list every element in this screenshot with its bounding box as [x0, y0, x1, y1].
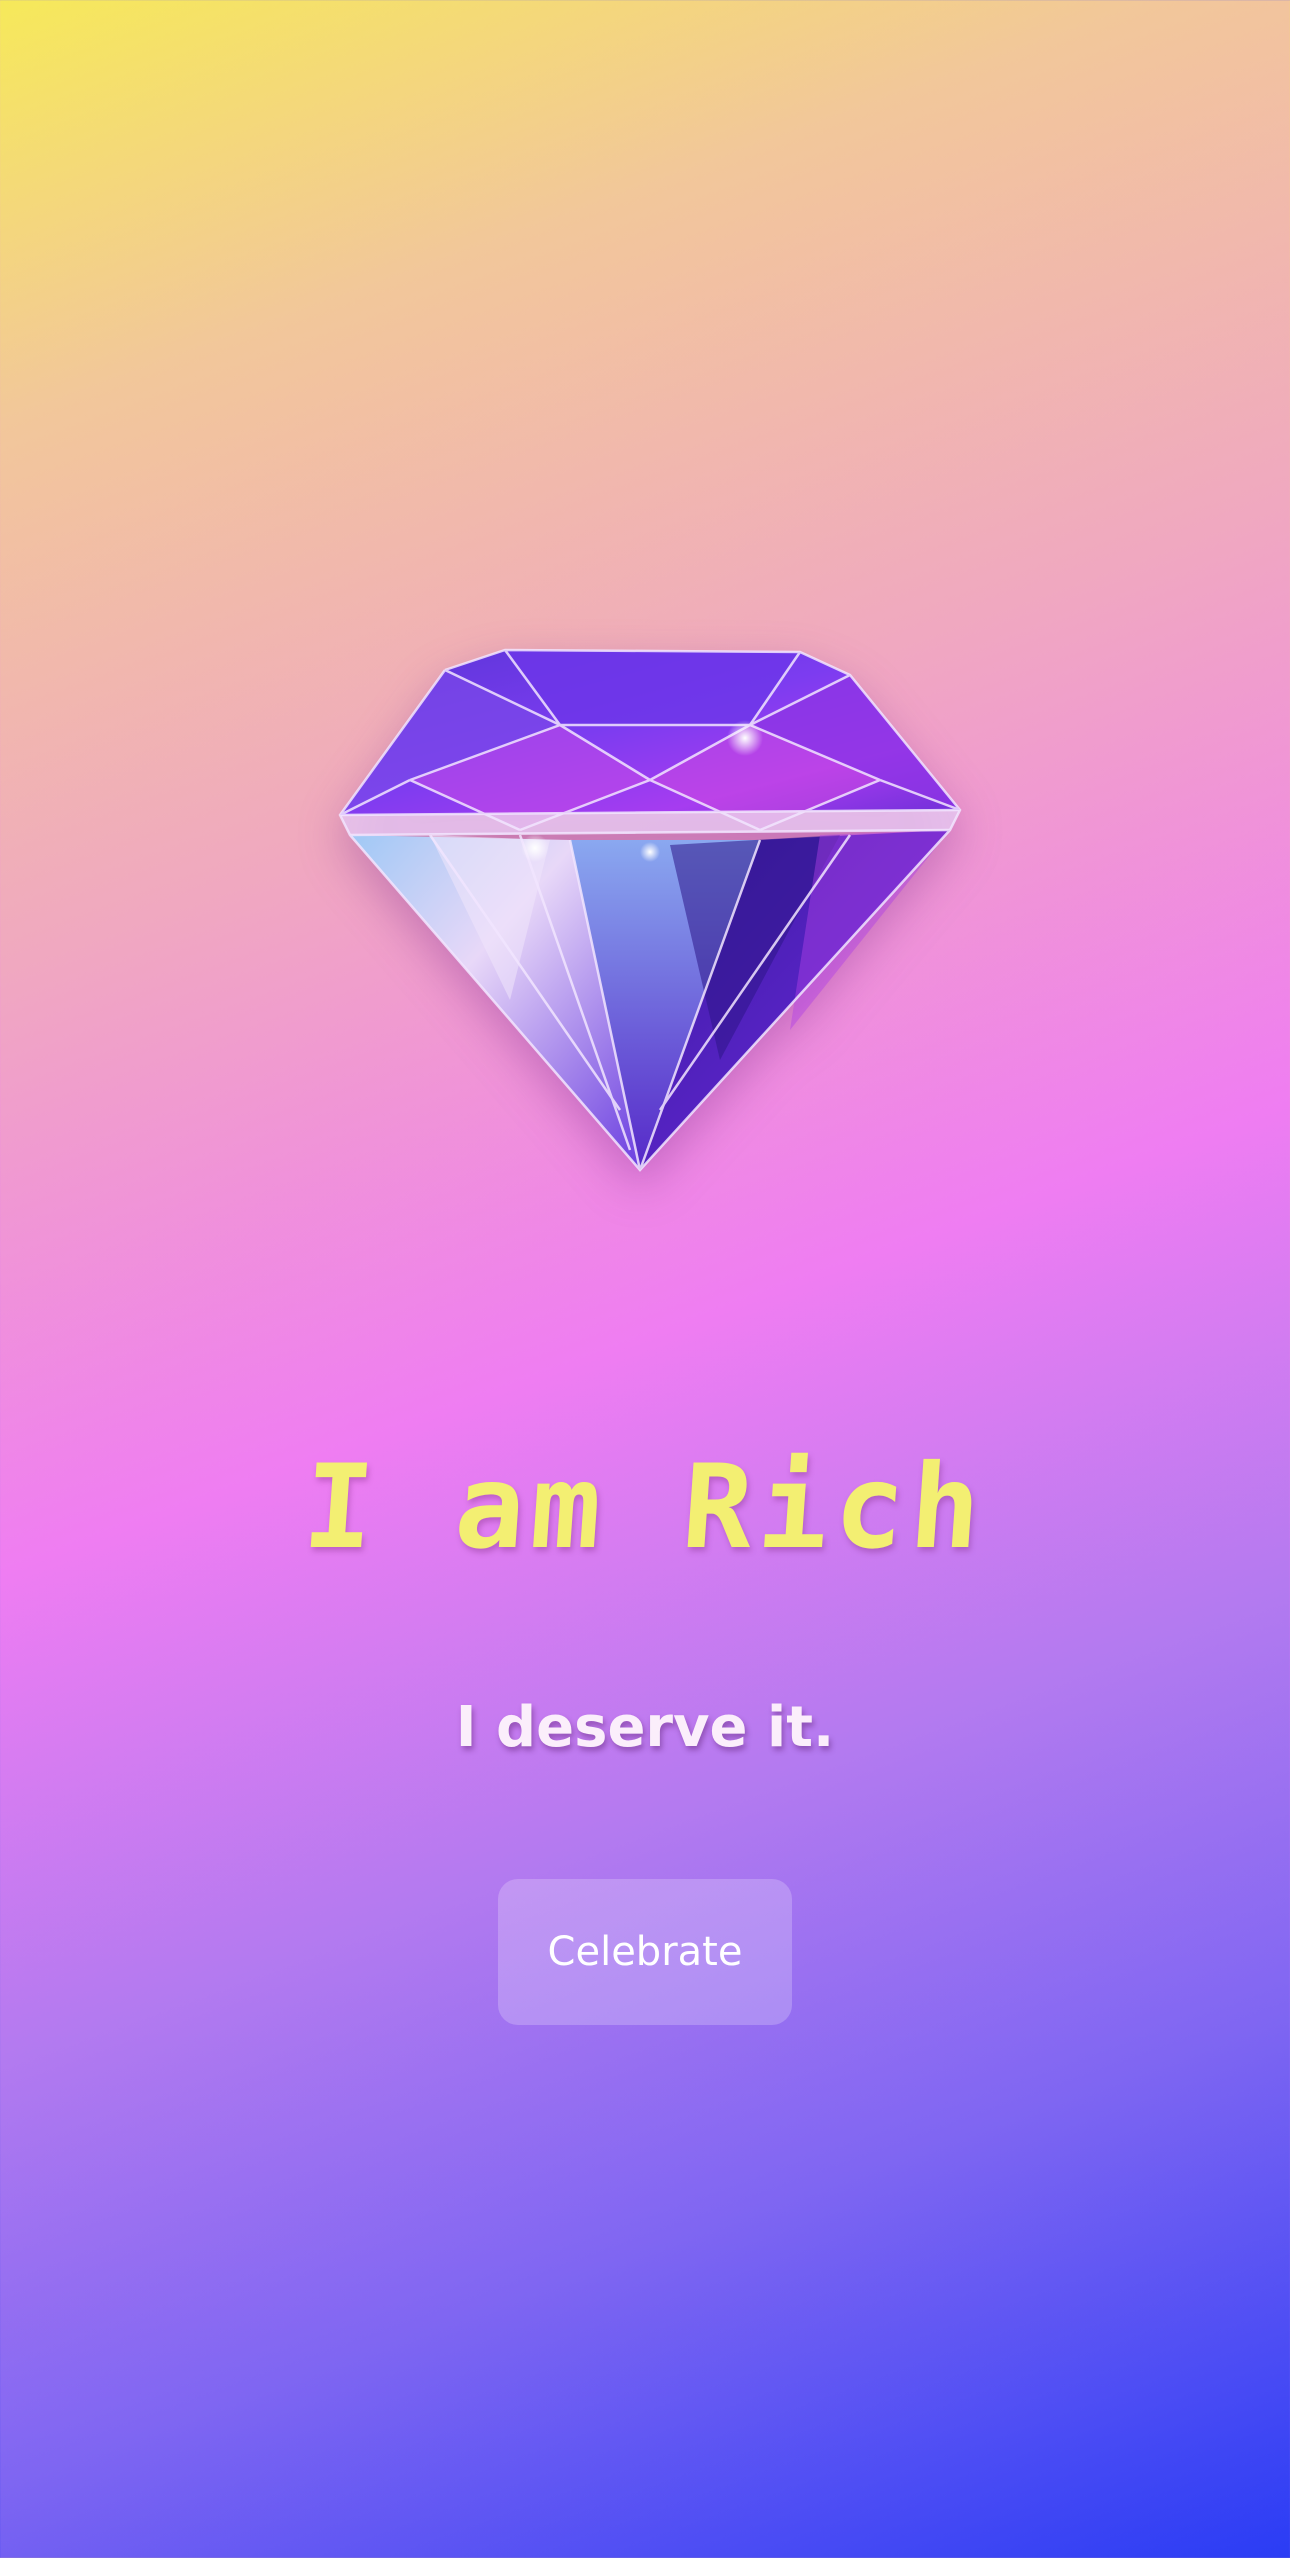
diamond-icon	[338, 648, 962, 1172]
headline-text: I am Rich	[298, 1440, 991, 1575]
subline-text: I deserve it.	[455, 1695, 835, 1760]
celebrate-button[interactable]: Celebrate	[498, 1879, 792, 2025]
diamond-image	[320, 630, 980, 1200]
